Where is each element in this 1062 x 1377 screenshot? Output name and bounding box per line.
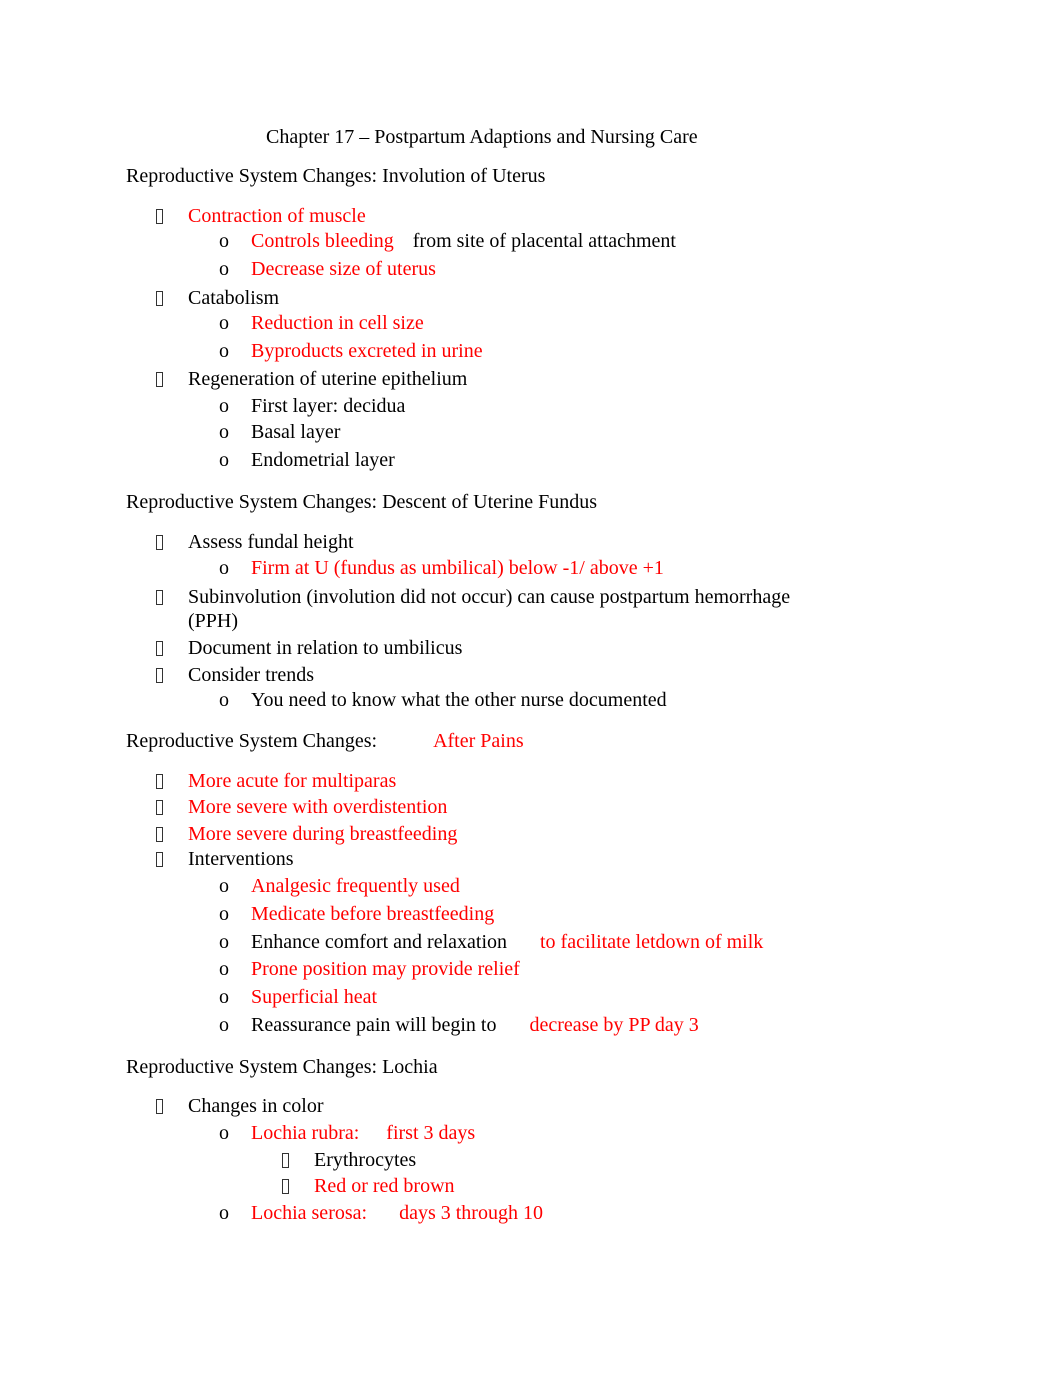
circle-bullet-icon: o [219, 689, 229, 711]
list-item-text: Regeneration of uterine epithelium [188, 368, 468, 390]
list-item-text: Document in relation to umbilicus [188, 637, 463, 659]
sub-list-item-text-continued: from site of placental attachment [412, 230, 676, 252]
sub-list-item-text: Endometrial layer [251, 449, 395, 471]
square-bullet-icon [156, 286, 168, 312]
list-item-text: Contraction of muscle [188, 205, 366, 227]
sub-list-item-text: Decrease size of uterus [251, 258, 436, 280]
list-item-text: Assess fundal height [188, 531, 354, 553]
sub-list-item-text-continued: decrease by PP day 3 [529, 1014, 699, 1036]
circle-bullet-icon: o [219, 340, 229, 362]
sub-list-item-text: Firm at U (fundus as umbilical) below -1… [251, 557, 664, 579]
document-title: Chapter 17 – Postpartum Adaptions and Nu… [266, 126, 698, 148]
list-item-text: Catabolism [188, 287, 280, 309]
square-bullet-icon [156, 636, 168, 662]
circle-bullet-icon: o [219, 421, 229, 443]
circle-bullet-icon: o [219, 258, 229, 280]
square-bullet-icon [156, 769, 168, 795]
circle-bullet-icon: o [219, 449, 229, 471]
circle-bullet-icon: o [219, 1202, 229, 1224]
sub-list-item-text: Superficial heat [251, 986, 378, 1008]
circle-bullet-icon: o [219, 557, 229, 579]
circle-bullet-icon: o [219, 931, 229, 953]
square-bullet-icon [156, 585, 168, 611]
circle-bullet-icon: o [219, 230, 229, 252]
circle-bullet-icon: o [219, 1122, 229, 1144]
sub-list-item-text: Enhance comfort and relaxation [251, 931, 507, 953]
square-bullet-icon [282, 1148, 294, 1174]
sub-list-item-text: Reassurance pain will begin to [251, 1014, 497, 1036]
section-heading-lochia: Reproductive System Changes: Lochia [126, 1056, 438, 1078]
section-heading-involution: Reproductive System Changes: Involution … [126, 165, 546, 187]
sub-sub-list-item-text: Erythrocytes [314, 1149, 417, 1171]
list-item-text: Consider trends [188, 664, 315, 686]
sub-list-item-text: Basal layer [251, 421, 341, 443]
sub-list-item-text-continued: days 3 through 10 [399, 1202, 543, 1224]
square-bullet-icon [156, 530, 168, 556]
list-item-text: Interventions [188, 848, 294, 870]
section-heading-text: Reproductive System Changes: [126, 730, 378, 752]
sub-list-item-text: Controls bleeding [251, 230, 394, 252]
square-bullet-icon [156, 795, 168, 821]
square-bullet-icon [156, 1094, 168, 1120]
circle-bullet-icon: o [219, 875, 229, 897]
sub-list-item-text: Lochia serosa: [251, 1202, 368, 1224]
sub-list-item-text-continued: to facilitate letdown of milk [540, 931, 764, 953]
circle-bullet-icon: o [219, 395, 229, 417]
sub-list-item-text-continued: first 3 days [386, 1122, 476, 1144]
sub-list-item-text: Analgesic frequently used [251, 875, 460, 897]
square-bullet-icon [282, 1174, 294, 1200]
sub-list-item-text: Medicate before breastfeeding [251, 903, 495, 925]
list-item-text: More acute for multiparas [188, 770, 397, 792]
sub-list-item-text: Prone position may provide relief [251, 958, 520, 980]
square-bullet-icon [156, 847, 168, 873]
list-item-text-continued: (PPH) [188, 610, 239, 632]
square-bullet-icon [156, 204, 168, 230]
circle-bullet-icon: o [219, 312, 229, 334]
list-item-text: Subinvolution (involution did not occur)… [188, 586, 791, 608]
sub-list-item-text: Lochia rubra: [251, 1122, 360, 1144]
list-item-text: More severe during breastfeeding [188, 823, 458, 845]
sub-sub-list-item-text: Red or red brown [314, 1175, 455, 1197]
list-item-text: More severe with overdistention [188, 796, 448, 818]
square-bullet-icon [156, 663, 168, 689]
square-bullet-icon [156, 822, 168, 848]
sub-list-item-text: You need to know what the other nurse do… [251, 689, 667, 711]
circle-bullet-icon: o [219, 986, 229, 1008]
sub-list-item-text: Reduction in cell size [251, 312, 424, 334]
sub-list-item-text: Byproducts excreted in urine [251, 340, 483, 362]
section-heading-fundus: Reproductive System Changes: Descent of … [126, 491, 598, 513]
square-bullet-icon [156, 367, 168, 393]
circle-bullet-icon: o [219, 1014, 229, 1036]
circle-bullet-icon: o [219, 903, 229, 925]
sub-list-item-text: First layer: decidua [251, 395, 406, 417]
section-heading-highlight: After Pains [433, 730, 524, 752]
section-heading-after-pains: Reproductive System Changes: After Pains [126, 729, 524, 753]
list-item-text: Changes in color [188, 1095, 324, 1117]
circle-bullet-icon: o [219, 958, 229, 980]
